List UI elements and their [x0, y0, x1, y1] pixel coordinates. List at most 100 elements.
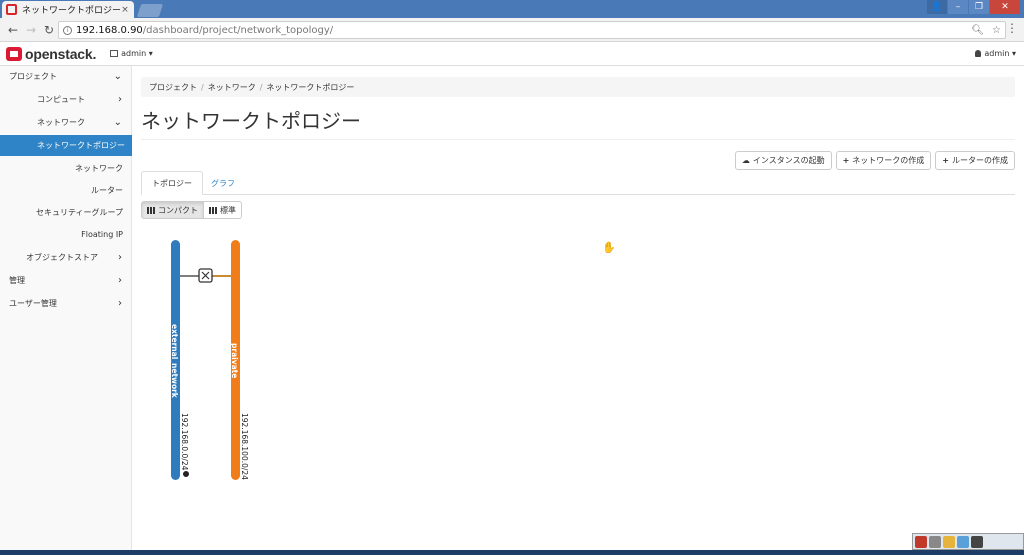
- tray-app-icon[interactable]: [915, 535, 927, 548]
- create-network-button[interactable]: + ネットワークの作成: [835, 151, 932, 170]
- launch-instance-label: インスタンスの起動: [752, 156, 825, 165]
- reload-icon[interactable]: ↻: [40, 23, 58, 37]
- grid-small-icon: [147, 206, 155, 214]
- network-status-icon: [183, 471, 189, 477]
- breadcrumb-separator: /: [259, 82, 263, 92]
- chevron-right-icon: ›: [118, 298, 122, 309]
- tab-topology[interactable]: トポロジー: [141, 171, 203, 195]
- openstack-logo[interactable]: openstack.: [6, 46, 96, 62]
- browser-tab[interactable]: ネットワークトポロジー ×: [2, 1, 134, 18]
- bookmark-star-icon[interactable]: ☆: [992, 25, 1001, 36]
- sidebar-item-label: ユーザー管理: [9, 299, 57, 308]
- normal-view-button[interactable]: 標準: [204, 201, 242, 219]
- browser-menu-icon[interactable]: ⋮: [1006, 21, 1018, 35]
- network-cidr-private: 192.168.100.0/24: [240, 413, 249, 480]
- sidebar-item-label: コンピュート: [37, 95, 85, 104]
- divider: [141, 139, 1015, 140]
- sidebar-item-networks[interactable]: ネットワーク: [0, 158, 132, 179]
- new-tab-button[interactable]: [136, 4, 164, 17]
- create-router-label: ルーターの作成: [952, 156, 1008, 165]
- sidebar-item-network-topology[interactable]: ネットワークトポロジー: [0, 135, 132, 156]
- settings-icon[interactable]: [971, 535, 983, 548]
- ime-icon[interactable]: [929, 535, 941, 548]
- breadcrumb-item: ネットワークトポロジー: [266, 82, 355, 92]
- breadcrumb-item[interactable]: ネットワーク: [208, 82, 256, 93]
- sidebar-item-label: Floating IP: [81, 230, 123, 239]
- project-selector-label: admin ▾: [121, 49, 153, 58]
- sidebar-item-label: 管理: [9, 276, 25, 285]
- window-controls: 👤 – ❐ ✕: [927, 0, 1020, 14]
- cloud-upload-icon: ☁: [741, 156, 750, 165]
- network-cidr-external: 192.168.0.0/24: [180, 413, 189, 471]
- network-name-private: praivate: [230, 343, 239, 378]
- logo-text: openstack.: [25, 45, 97, 62]
- tab-close-icon[interactable]: ×: [120, 5, 130, 15]
- folder-icon[interactable]: [943, 535, 955, 548]
- sidebar-item-label: ルーター: [91, 186, 123, 195]
- breadcrumb-item[interactable]: プロジェクト: [149, 82, 197, 93]
- sidebar-item-label: ネットワークトポロジー: [37, 141, 125, 150]
- sidebar-item-label: ネットワーク: [37, 118, 85, 127]
- sidebar-item-object-store[interactable]: オブジェクトストア ›: [0, 247, 132, 268]
- compact-view-button[interactable]: コンパクト: [141, 201, 204, 219]
- info-icon[interactable]: i: [63, 25, 72, 35]
- minimize-button[interactable]: –: [948, 0, 968, 14]
- hand-cursor-icon: ✋: [602, 241, 616, 254]
- breadcrumb-separator: /: [201, 82, 204, 92]
- chevron-down-icon: ⌄: [113, 117, 122, 128]
- maximize-button[interactable]: ❐: [969, 0, 989, 14]
- chevron-right-icon: ›: [118, 94, 122, 105]
- topology-tabs: トポロジー グラフ: [141, 171, 1015, 195]
- chevron-down-icon: ⌄: [113, 71, 122, 82]
- taskbar: [0, 550, 1024, 555]
- search-icon[interactable]: 🔍︎: [971, 25, 984, 36]
- grid-large-icon: [209, 206, 217, 214]
- openstack-favicon-icon: [6, 4, 17, 15]
- sidebar-item-label: プロジェクト: [9, 72, 57, 81]
- sidebar-item-project[interactable]: プロジェクト ⌄: [0, 66, 132, 87]
- chevron-right-icon: ›: [118, 252, 122, 263]
- compact-view-label: コンパクト: [158, 205, 198, 215]
- project-selector[interactable]: admin ▾: [110, 49, 153, 58]
- profile-icon[interactable]: 👤: [927, 0, 947, 14]
- back-arrow-icon[interactable]: ←: [4, 23, 22, 37]
- user-menu-label: admin ▾: [984, 49, 1016, 58]
- network-name-external: external_network: [170, 324, 179, 399]
- normal-view-label: 標準: [220, 205, 236, 215]
- topology-actions: ☁ インスタンスの起動 + ネットワークの作成 + ルーターの作成: [734, 151, 1015, 170]
- sidebar-item-compute[interactable]: コンピュート ›: [0, 89, 132, 110]
- forward-arrow-icon[interactable]: →: [22, 23, 40, 37]
- page-title: ネットワークトポロジー: [141, 109, 361, 133]
- window-close-button[interactable]: ✕: [990, 0, 1020, 14]
- topology-canvas[interactable]: external_network 192.168.0.0/24 praivate…: [141, 225, 1015, 545]
- sidebar-item-network[interactable]: ネットワーク ⌄: [0, 112, 132, 133]
- sidebar-item-routers[interactable]: ルーター: [0, 180, 132, 201]
- sidebar-item-security-groups[interactable]: セキュリティーグループ: [0, 202, 132, 223]
- browser-tab-strip: ネットワークトポロジー × 👤 – ❐ ✕: [0, 0, 1024, 18]
- sidebar-item-label: オブジェクトストア: [26, 253, 98, 262]
- sidebar-item-label: ネットワーク: [75, 164, 123, 173]
- sidebar-item-floating-ip[interactable]: Floating IP: [0, 224, 132, 245]
- view-toggle: コンパクト 標準: [141, 201, 242, 219]
- router-icon[interactable]: [198, 268, 213, 283]
- system-tray: [912, 533, 1024, 550]
- plus-icon: +: [942, 156, 949, 165]
- plus-icon: +: [842, 156, 850, 165]
- sidebar-item-identity[interactable]: ユーザー管理 ›: [0, 293, 132, 314]
- breadcrumb: プロジェクト / ネットワーク / ネットワークトポロジー: [141, 77, 1015, 97]
- user-icon: [975, 50, 982, 57]
- sidebar-item-label: セキュリティーグループ: [35, 208, 123, 217]
- url-host: 192.168.0.90: [76, 24, 143, 36]
- create-network-label: ネットワークの作成: [852, 156, 925, 165]
- user-menu[interactable]: admin ▾: [975, 49, 1016, 58]
- sidebar: プロジェクト ⌄ コンピュート › ネットワーク ⌄ ネットワークトポロジー ネ…: [0, 66, 132, 550]
- address-bar[interactable]: i 192.168.0.90 /dashboard/project/networ…: [58, 21, 1006, 39]
- tab-graph[interactable]: グラフ: [201, 171, 245, 195]
- app-header: openstack. admin ▾ admin ▾: [0, 42, 1024, 66]
- create-router-button[interactable]: + ルーターの作成: [935, 151, 1015, 170]
- openstack-logo-icon: [6, 46, 22, 61]
- url-path: /dashboard/project/network_topology/: [142, 24, 334, 36]
- sidebar-item-admin[interactable]: 管理 ›: [0, 270, 132, 291]
- launch-instance-button[interactable]: ☁ インスタンスの起動: [734, 151, 832, 170]
- help-icon[interactable]: [957, 535, 969, 548]
